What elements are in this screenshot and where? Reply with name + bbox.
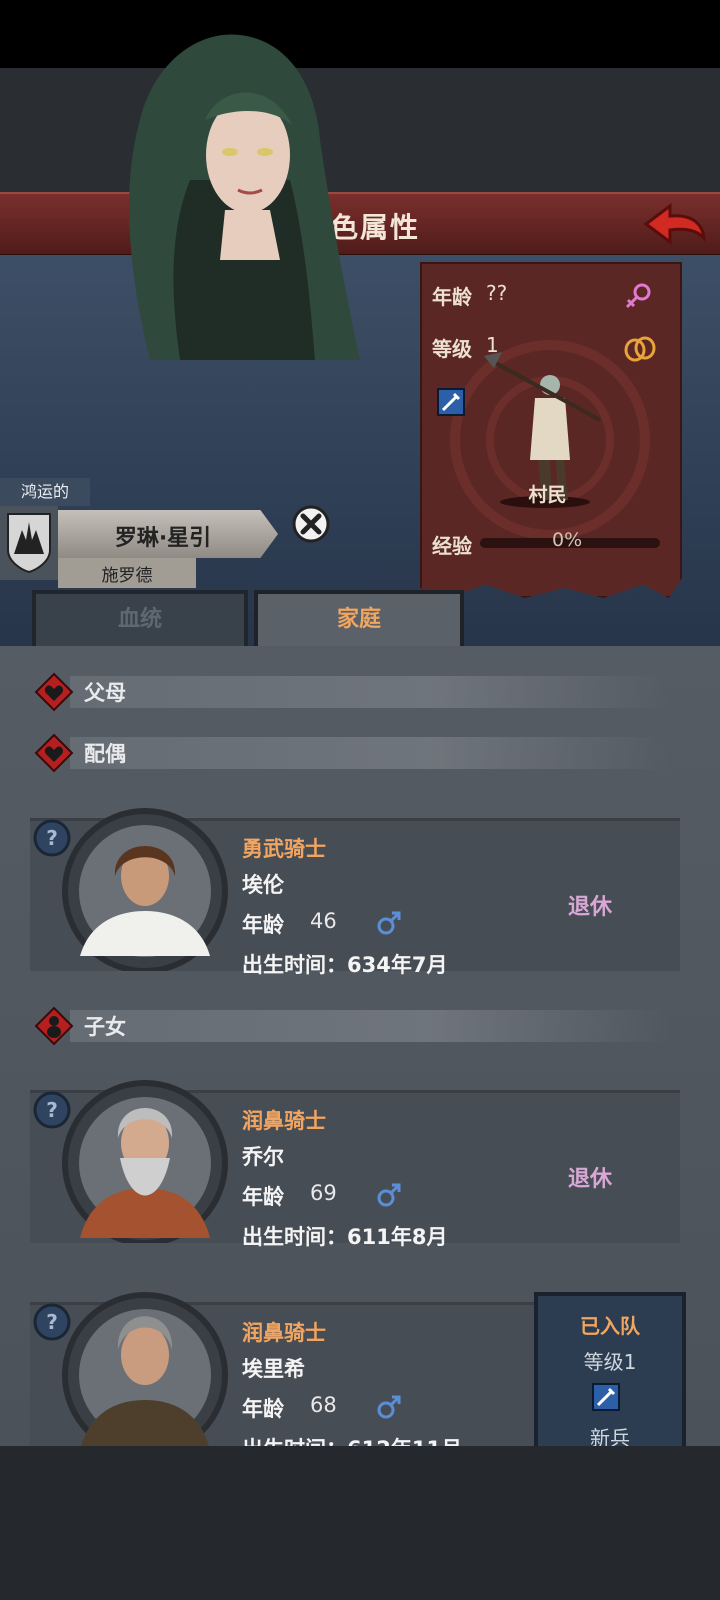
child-portrait xyxy=(62,1080,228,1243)
child-card[interactable]: ? 润鼻骑士 乔尔 年龄 69 出生时间：611年8月 退休 xyxy=(30,1078,680,1249)
tab-family[interactable]: 家庭 xyxy=(254,590,464,650)
character-portrait xyxy=(129,34,360,360)
back-arrow-icon[interactable] xyxy=(640,198,710,252)
team-status: 已入队 xyxy=(580,1314,640,1338)
spouse-name: 埃伦 xyxy=(242,873,284,897)
house-crest-icon xyxy=(7,513,51,574)
exp-value: 0% xyxy=(552,529,583,551)
child-name: 埃里希 xyxy=(242,1357,305,1381)
svg-text:?: ? xyxy=(46,1098,58,1122)
retire-button[interactable]: 退休 xyxy=(568,889,612,921)
spouse-card[interactable]: ? 勇武骑士 埃伦 年龄 46 出生时间：634年7月 退休 xyxy=(30,806,680,977)
team-level: 等级1 xyxy=(583,1350,637,1374)
child-age: 68 xyxy=(310,1393,337,1417)
house-name: 施罗德 xyxy=(101,566,153,586)
heart-icon xyxy=(34,672,74,712)
tab-bloodline[interactable]: 血统 xyxy=(32,590,248,654)
help-icon[interactable]: ? xyxy=(32,1302,72,1342)
child-title: 润鼻骑士 xyxy=(242,1321,326,1345)
spouse-section-header: 配偶 xyxy=(30,733,690,773)
character-name[interactable]: 罗琳·星引 xyxy=(58,520,268,552)
child-icon xyxy=(34,1006,74,1046)
spouse-label: 配偶 xyxy=(84,742,126,766)
children-section-header: 子女 xyxy=(30,1006,690,1046)
svg-text:?: ? xyxy=(46,826,58,850)
exp-label: 经验 xyxy=(432,534,472,558)
male-gender-icon xyxy=(377,1395,401,1419)
section-bar xyxy=(70,676,670,708)
child-name: 乔尔 xyxy=(242,1145,284,1169)
child-birth: 出生时间：611年8月 xyxy=(242,1225,448,1249)
child-age-label: 年龄 xyxy=(242,1185,284,1209)
child-portrait xyxy=(62,1292,228,1455)
child-age: 69 xyxy=(310,1181,337,1205)
spouse-birth: 出生时间：634年7月 xyxy=(242,953,448,977)
sword-class-icon xyxy=(592,1383,620,1411)
level-label: 等级 xyxy=(432,337,472,361)
spouse-age: 46 xyxy=(310,909,337,933)
help-icon[interactable]: ? xyxy=(32,1090,72,1130)
section-bar xyxy=(70,737,670,769)
spouse-title: 勇武骑士 xyxy=(242,837,326,861)
sword-class-icon xyxy=(437,388,465,416)
heart-icon xyxy=(34,733,74,773)
child-age-label: 年龄 xyxy=(242,1397,284,1421)
section-bar xyxy=(70,1010,670,1042)
help-icon[interactable]: ? xyxy=(32,818,72,858)
female-gender-icon xyxy=(625,283,651,309)
page-title: 角色属性 xyxy=(299,211,420,244)
male-gender-icon xyxy=(377,911,401,935)
status-bar xyxy=(0,0,720,68)
close-icon[interactable] xyxy=(291,504,331,544)
male-gender-icon xyxy=(377,1183,401,1207)
wedding-rings-icon xyxy=(624,336,656,362)
character-epithet: 鸿运的 xyxy=(0,478,90,506)
child-title: 润鼻骑士 xyxy=(242,1109,326,1133)
children-label: 子女 xyxy=(84,1015,126,1039)
svg-text:?: ? xyxy=(46,1310,58,1334)
spouse-portrait xyxy=(62,808,228,971)
age-value: ?? xyxy=(486,281,508,305)
parents-section-header: 父母 xyxy=(30,672,690,712)
bottom-backdrop xyxy=(0,1446,720,1600)
parents-label: 父母 xyxy=(84,681,126,705)
spouse-age-label: 年龄 xyxy=(242,913,284,937)
header-bar: 角色属性 xyxy=(0,192,720,257)
top-backdrop xyxy=(0,68,720,192)
retire-button[interactable]: 退休 xyxy=(568,1161,612,1193)
character-class: 村民 xyxy=(528,484,567,506)
age-label: 年龄 xyxy=(432,285,472,309)
